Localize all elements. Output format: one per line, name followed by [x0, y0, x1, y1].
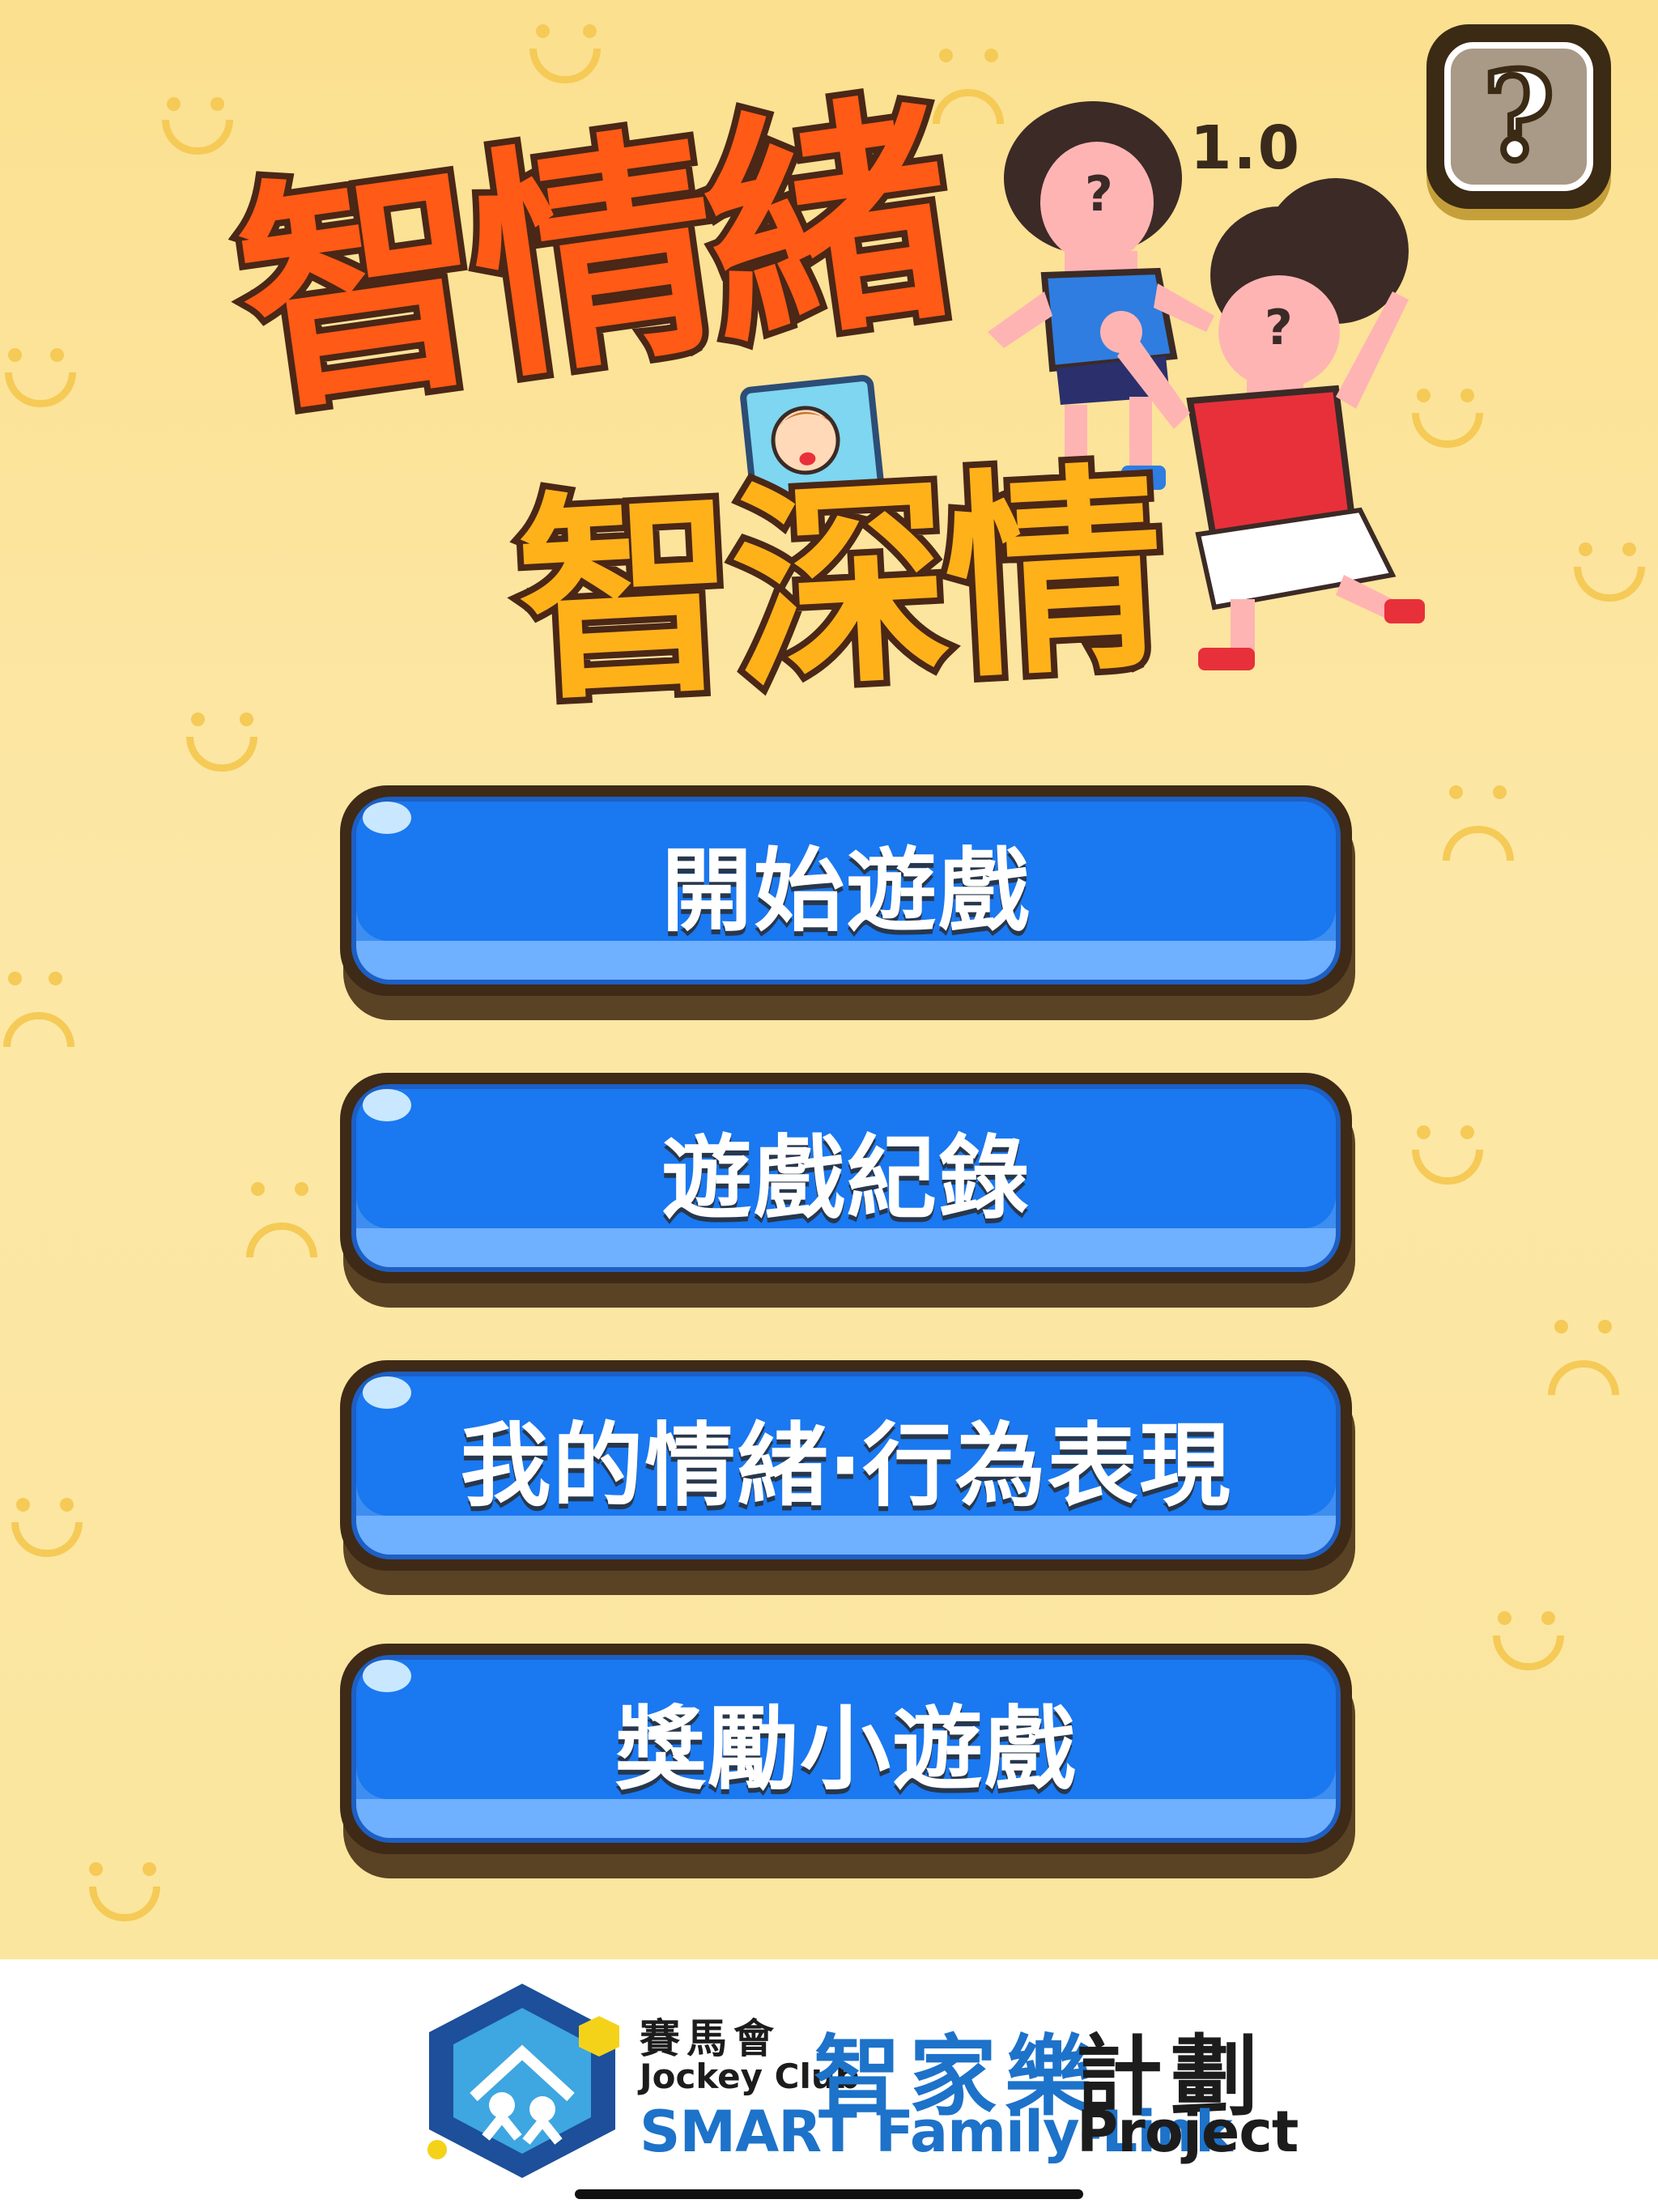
emotion-behavior-label: 我的情緒‧行為表現 [460, 1414, 1232, 1519]
emotion-behavior-button[interactable]: 我的情緒‧行為表現 [340, 1360, 1355, 1595]
version-label: 1.0 [1190, 113, 1302, 183]
smiley-decoration-icon [1401, 1117, 1498, 1198]
smiley-decoration-icon [1562, 534, 1658, 615]
sad-face-decoration-icon [235, 1174, 332, 1257]
sad-face-decoration-icon [1538, 1312, 1635, 1395]
smiley-decoration-icon [518, 16, 615, 97]
home-indicator[interactable] [575, 2189, 1083, 2199]
svg-text:?: ? [1265, 300, 1293, 356]
help-button[interactable]: ? [1426, 24, 1611, 209]
smiley-decoration-icon [0, 340, 97, 421]
smiley-decoration-icon [154, 89, 251, 170]
start-game-label: 開始遊戲 [661, 839, 1031, 944]
game-records-button[interactable]: 遊戲紀錄 [340, 1073, 1355, 1308]
reward-minigame-button[interactable]: 獎勵小遊戲 [340, 1644, 1355, 1878]
start-game-button[interactable]: 開始遊戲 [340, 785, 1355, 1020]
smiley-decoration-icon [73, 1854, 186, 1935]
smiley-decoration-icon [1482, 1603, 1579, 1684]
game-title-line2: 智深情 [505, 436, 1171, 737]
program-name-english-rest: Project [1077, 2099, 1299, 2165]
smart-family-link-logo-icon [427, 1984, 619, 2178]
question-mark-icon: ? [1480, 45, 1558, 188]
smiley-decoration-icon [0, 1490, 113, 1571]
reward-minigame-label: 獎勵小遊戲 [615, 1697, 1077, 1802]
sad-face-decoration-icon [1433, 777, 1530, 861]
game-records-label: 遊戲紀錄 [661, 1126, 1031, 1231]
sad-face-decoration-icon [0, 963, 97, 1047]
smiley-decoration-icon [170, 704, 283, 785]
svg-text:?: ? [1085, 166, 1113, 223]
